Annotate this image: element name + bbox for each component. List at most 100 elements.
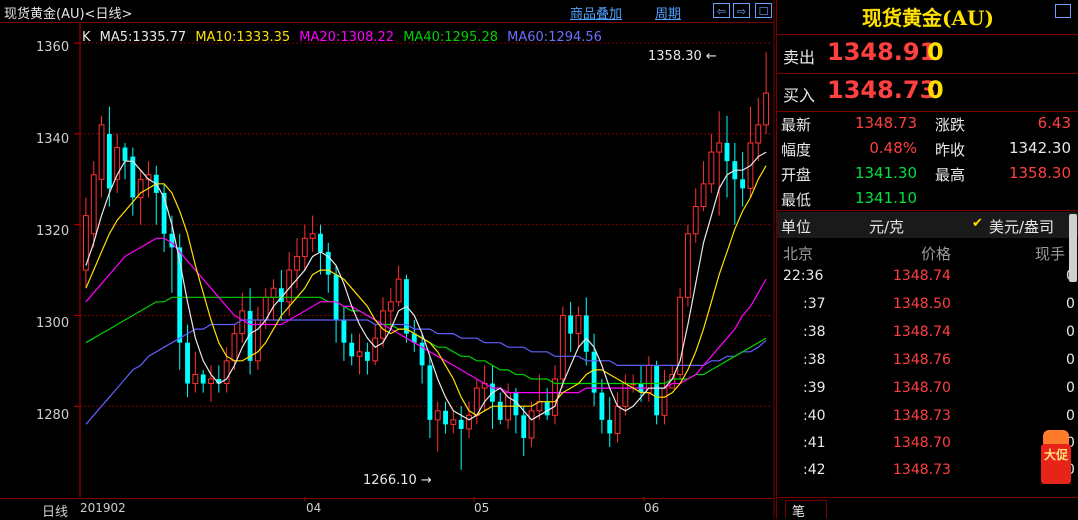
candle-up xyxy=(755,124,762,144)
tab-trades[interactable]: 笔 xyxy=(785,500,827,520)
tick-row: :38 1348.76 0 xyxy=(803,352,1075,368)
x-tick-label: 05 xyxy=(474,501,490,515)
stat-low-label: 最低 xyxy=(781,191,812,209)
tick-row: :39 1348.70 0 xyxy=(803,380,1075,396)
candle-down xyxy=(583,315,589,352)
tick-row: :421348.730 xyxy=(803,462,1075,478)
candle-down xyxy=(200,374,206,384)
candle-down xyxy=(122,147,128,162)
low-annotation: 1266.10 → xyxy=(363,473,432,488)
stat-range-value: 0.48% xyxy=(869,139,917,157)
y-tick-label: 1280 xyxy=(36,408,70,423)
candle-up xyxy=(231,333,238,362)
candle-down xyxy=(568,315,574,334)
y-tick-label: 1300 xyxy=(36,316,70,331)
promo-text: 大促 xyxy=(1041,444,1071,484)
buy-price: 1348.73 xyxy=(827,76,937,104)
candle-down xyxy=(106,133,112,189)
candle-up xyxy=(372,337,379,362)
candle-down xyxy=(497,401,503,420)
candle-up xyxy=(552,378,558,416)
sell-row: 卖出 1348.91 0 xyxy=(777,38,1078,70)
unit-row: 单位 元/克 ✔ 美元/盎司 xyxy=(777,212,1078,238)
candle-down xyxy=(185,342,190,384)
candlestick-chart[interactable] xyxy=(0,0,775,519)
promo-badge[interactable]: 大促 xyxy=(1041,430,1071,490)
buy-row: 买入 1348.73 0 xyxy=(777,76,1078,108)
candle-up xyxy=(294,255,300,271)
candle-down xyxy=(443,410,448,425)
candle-up xyxy=(301,237,308,257)
candle-down xyxy=(599,392,605,420)
unit-label: 单位 xyxy=(781,218,812,236)
candle-up xyxy=(661,387,668,416)
candle-up xyxy=(708,151,715,185)
stat-open-label: 开盘 xyxy=(781,166,812,184)
stats-table: 最新 1348.73 涨跌 6.43 幅度 0.48% 昨收 1342.30 开… xyxy=(777,114,1078,214)
x-tick-label: 06 xyxy=(644,501,660,515)
candle-down xyxy=(591,351,597,393)
stat-range-label: 幅度 xyxy=(781,141,812,159)
tick-row: :37 1348.50 0 xyxy=(803,296,1075,312)
stat-latest: 最新 xyxy=(781,116,812,134)
y-tick-label: 1320 xyxy=(36,224,70,239)
candle-up xyxy=(90,174,97,235)
stat-prevclose-value: 1342.30 xyxy=(1008,139,1071,157)
maximize-icon[interactable] xyxy=(1055,4,1071,18)
candle-down xyxy=(458,419,464,429)
x-tick-label: 201902 xyxy=(80,501,126,515)
period-label[interactable]: 日线 xyxy=(42,501,68,520)
candle-up xyxy=(622,383,629,407)
candle-up xyxy=(356,351,363,357)
candle-down xyxy=(544,401,550,416)
candle-up xyxy=(450,419,457,425)
tick-header-time: 北京 xyxy=(783,245,814,263)
unit-value[interactable]: 元/克 xyxy=(869,216,904,237)
candle-down xyxy=(724,143,730,162)
y-tick-label: 1360 xyxy=(36,40,70,55)
stat-change-label: 涨跌 xyxy=(935,116,966,134)
candle-up xyxy=(700,183,707,208)
sell-price: 1348.91 xyxy=(827,38,937,66)
stat-low-value: 1341.10 xyxy=(854,189,917,207)
candle-down xyxy=(607,419,613,434)
tick-row: :40 1348.73 0 xyxy=(803,408,1075,424)
candle-up xyxy=(684,233,691,298)
candle-up xyxy=(434,410,441,421)
sell-qty: 0 xyxy=(927,38,944,66)
panel-title: 现货黄金(AU) xyxy=(862,6,994,30)
candle-down xyxy=(349,342,355,357)
buy-label: 买入 xyxy=(783,86,816,105)
stat-high-value: 1358.30 xyxy=(1008,164,1071,182)
candle-down xyxy=(333,274,339,320)
candle-down xyxy=(318,233,323,252)
candle-up xyxy=(575,314,582,335)
candle-up xyxy=(692,206,699,235)
tick-header: 北京 价格 现手 xyxy=(777,241,1078,265)
candle-down xyxy=(740,179,746,189)
candle-up xyxy=(270,287,277,298)
candle-down xyxy=(521,415,527,438)
buy-qty: 0 xyxy=(927,76,944,104)
candle-up xyxy=(254,319,261,362)
y-tick-label: 1340 xyxy=(36,132,70,147)
candle-down xyxy=(341,320,347,343)
candle-up xyxy=(614,405,621,434)
candle-down xyxy=(654,365,660,416)
tick-scrollbar[interactable] xyxy=(1069,214,1077,282)
candle-down xyxy=(364,351,370,361)
sell-label: 卖出 xyxy=(783,48,816,67)
tick-header-price: 价格 xyxy=(921,245,952,263)
candle-up xyxy=(192,373,199,385)
tick-header-vol: 现手 xyxy=(1035,245,1066,263)
candle-up xyxy=(98,124,105,180)
candle-up xyxy=(716,142,723,153)
stat-latest-value: 1348.73 xyxy=(854,114,917,132)
high-annotation: 1358.30 ← xyxy=(648,49,717,64)
tick-row: :38 1348.74 0 xyxy=(803,324,1075,340)
candle-up xyxy=(677,296,684,375)
unit-alt-option[interactable]: 美元/盎司 xyxy=(989,216,1054,237)
check-icon: ✔ xyxy=(972,216,983,231)
candle-up xyxy=(559,314,566,380)
x-tick-label: 04 xyxy=(306,501,322,515)
